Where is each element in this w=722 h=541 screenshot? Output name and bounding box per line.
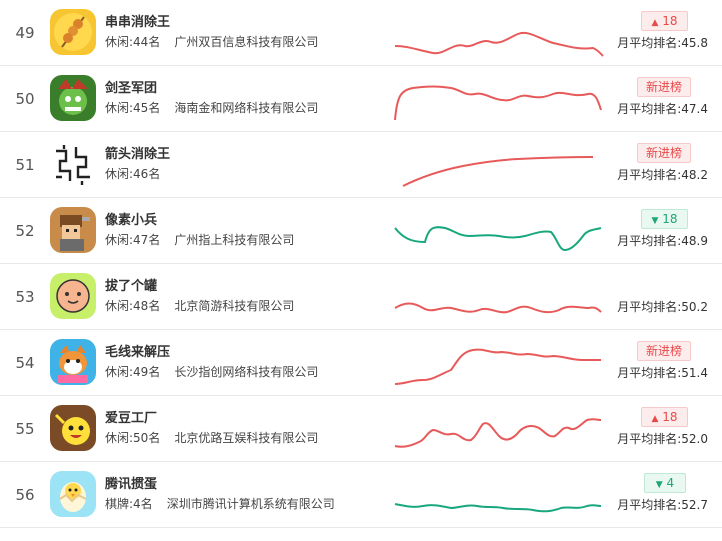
list-item[interactable]: 56 腾讯掼蛋 棋牌:4名 深圳市腾讯计算机系统有限公司 ▼ 4 月平均排名:52… <box>0 462 722 528</box>
rank-change-badge: ▲ 18 <box>641 11 688 31</box>
app-meta: 休闲:45名 海南金和网络科技有限公司 <box>105 99 318 116</box>
list-item[interactable]: 55 爱豆工厂 休闲:50名 北京优路互娱科技有限公司 ▲ 18 月平均排名:52… <box>0 396 722 462</box>
trend-sparkline <box>394 503 602 513</box>
app-meta: 休闲:46名 <box>105 165 160 182</box>
trend-sparkline <box>394 418 602 448</box>
developer-name: 北京优路互娱科技有限公司 <box>174 431 319 445</box>
new-entry-badge: 新进榜 <box>637 341 691 361</box>
monthly-avg-rank: 月平均排名:45.8 <box>617 36 708 50</box>
app-meta: 休闲:48名 北京简游科技有限公司 <box>105 297 294 314</box>
rank-number: 49 <box>15 24 35 42</box>
trend-sparkline <box>394 348 601 385</box>
bean-character-icon[interactable] <box>50 405 96 451</box>
skewer-icon[interactable] <box>50 9 96 55</box>
rank-change-badge: ▲ 18 <box>641 407 688 427</box>
pixel-soldier-icon[interactable] <box>50 207 96 253</box>
trend-sparkline <box>394 85 602 121</box>
category-rank: 休闲:50名 <box>105 431 161 445</box>
list-item[interactable]: 50 剑圣军团 休闲:45名 海南金和网络科技有限公司 新进榜 月平均排名:47.… <box>0 66 722 132</box>
rank-number: 55 <box>15 420 35 438</box>
app-name[interactable]: 毛线来解压 <box>105 341 170 360</box>
app-name[interactable]: 箭头消除王 <box>105 143 170 162</box>
app-name[interactable]: 爱豆工厂 <box>105 407 157 426</box>
monthly-avg-rank: 月平均排名:48.9 <box>617 234 708 248</box>
category-rank: 休闲:47名 <box>105 233 161 247</box>
developer-name: 广州双百信息科技有限公司 <box>174 35 319 49</box>
developer-name: 长沙指创网络科技有限公司 <box>174 365 319 379</box>
list-item[interactable]: 49 串串消除王 休闲:44名 广州双百信息科技有限公司 ▲ 18 月平均排名:4… <box>0 0 722 66</box>
developer-name: 广州指上科技有限公司 <box>174 233 295 247</box>
category-rank: 休闲:44名 <box>105 35 161 49</box>
chick-egg-icon[interactable] <box>50 471 96 517</box>
new-entry-badge: 新进榜 <box>637 143 691 163</box>
app-meta: 休闲:50名 北京优路互娱科技有限公司 <box>105 429 318 446</box>
warrior-icon[interactable] <box>50 75 96 121</box>
category-rank: 休闲:48名 <box>105 299 161 313</box>
monthly-avg-rank: 月平均排名:52.7 <box>617 498 708 512</box>
list-item[interactable]: 54 毛线来解压 休闲:49名 长沙指创网络科技有限公司 新进榜 月平均排名:51… <box>0 330 722 396</box>
app-meta: 休闲:47名 广州指上科技有限公司 <box>105 231 294 248</box>
rank-change-badge: ▼ 4 <box>644 473 686 493</box>
monthly-avg-rank: 月平均排名:50.2 <box>617 300 708 314</box>
monthly-avg-rank: 月平均排名:52.0 <box>617 432 708 446</box>
rank-number: 53 <box>15 288 35 306</box>
app-meta: 休闲:49名 长沙指创网络科技有限公司 <box>105 363 318 380</box>
list-item[interactable]: 51 箭头消除王 休闲:46名 新进榜 月平均排名:48.2 <box>0 132 722 198</box>
developer-name: 北京简游科技有限公司 <box>174 299 295 313</box>
new-entry-badge: 新进榜 <box>637 77 691 97</box>
list-item[interactable]: 52 像素小兵 休闲:47名 广州指上科技有限公司 ▼ 18 月平均排名:48.9 <box>0 198 722 264</box>
monthly-avg-rank: 月平均排名:47.4 <box>617 102 708 116</box>
rank-change-badge: ▼ 18 <box>641 209 688 229</box>
developer-name: 海南金和网络科技有限公司 <box>174 101 319 115</box>
rank-number: 52 <box>15 222 35 240</box>
trend-sparkline <box>394 226 602 252</box>
category-rank: 棋牌:4名 <box>105 497 153 511</box>
app-meta: 棋牌:4名 深圳市腾讯计算机系统有限公司 <box>105 495 335 512</box>
rank-number: 51 <box>15 156 35 174</box>
app-name[interactable]: 像素小兵 <box>105 209 157 228</box>
app-name[interactable]: 串串消除王 <box>105 11 170 30</box>
rank-number: 56 <box>15 486 35 504</box>
trend-sparkline <box>394 302 602 314</box>
trend-sparkline <box>402 156 594 187</box>
app-name[interactable]: 拔了个罐 <box>105 275 157 294</box>
trend-sparkline <box>394 32 604 57</box>
rank-number: 50 <box>15 90 35 108</box>
list-item[interactable]: 53 拔了个罐 休闲:48名 北京简游科技有限公司 月平均排名:50.2 <box>0 264 722 330</box>
ranking-list: 49 串串消除王 休闲:44名 广州双百信息科技有限公司 ▲ 18 月平均排名:4… <box>0 0 722 528</box>
category-rank: 休闲:46名 <box>105 167 161 181</box>
developer-name: 深圳市腾讯计算机系统有限公司 <box>166 497 335 511</box>
app-name[interactable]: 剑圣军团 <box>105 77 157 96</box>
monthly-avg-rank: 月平均排名:48.2 <box>617 168 708 182</box>
app-meta: 休闲:44名 广州双百信息科技有限公司 <box>105 33 318 50</box>
arrow-maze-icon[interactable] <box>50 141 96 187</box>
rank-number: 54 <box>15 354 35 372</box>
shiba-dog-icon[interactable] <box>50 339 96 385</box>
category-rank: 休闲:45名 <box>105 101 161 115</box>
category-rank: 休闲:49名 <box>105 365 161 379</box>
monthly-avg-rank: 月平均排名:51.4 <box>617 366 708 380</box>
app-name[interactable]: 腾讯掼蛋 <box>105 473 157 492</box>
smiley-face-icon[interactable] <box>50 273 96 319</box>
